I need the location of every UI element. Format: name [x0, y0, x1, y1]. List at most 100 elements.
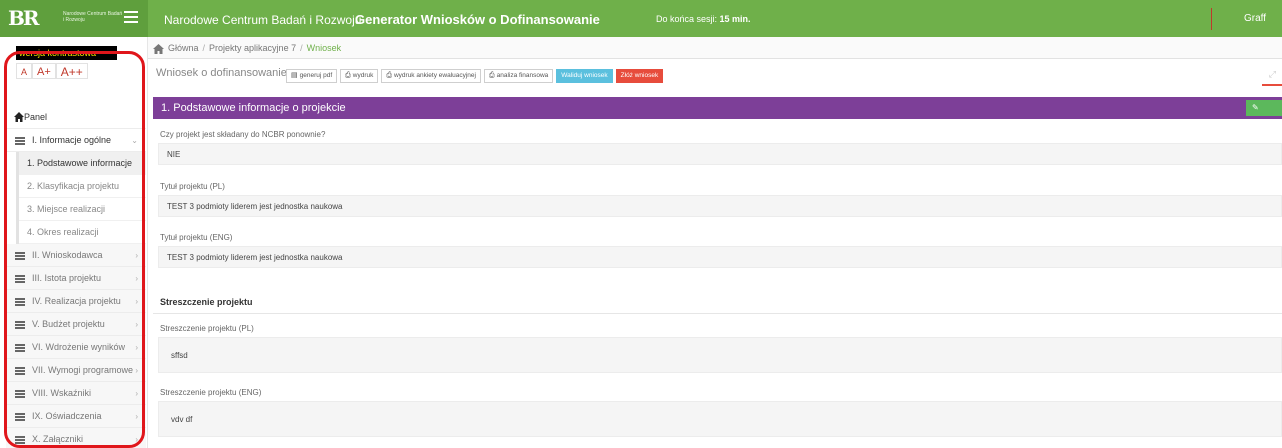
- sidebar-subitem-miejsce[interactable]: 3. Miejsce realizacji: [19, 198, 146, 221]
- field-label: Streszczenie projektu (ENG): [160, 388, 262, 397]
- sidebar-item-informacje-ogolne[interactable]: I. Informacje ogólne ⌄: [6, 129, 146, 152]
- edit-button[interactable]: ✎ edytuj: [1246, 100, 1282, 128]
- list-icon: [15, 390, 25, 398]
- chevron-right-icon: ›: [135, 366, 138, 375]
- sidebar-item-wdrozenie[interactable]: VI. Wdrożenie wyników ›: [6, 336, 146, 359]
- breadcrumb-home[interactable]: Główna: [168, 43, 199, 53]
- sidebar-item-label: IV. Realizacja projektu: [32, 296, 121, 306]
- sidebar-item-istota[interactable]: III. Istota projektu ›: [6, 267, 146, 290]
- title-eng-value: TEST 3 podmioty liderem jest jednostka n…: [158, 246, 1282, 268]
- hamburger-menu-icon[interactable]: [124, 11, 138, 25]
- breadcrumb: Główna / Projekty aplikacyjne 7/Wniosek: [148, 37, 1282, 59]
- sidebar-item-budzet[interactable]: V. Budżet projektu ›: [6, 313, 146, 336]
- tab-indicator: [1262, 84, 1282, 86]
- sidebar-submenu: 1. Podstawowe informacje 2. Klasyfikacja…: [16, 152, 146, 244]
- sidebar-item-label: Panel: [24, 112, 48, 122]
- session-value: 15 min.: [719, 14, 751, 24]
- print-button[interactable]: ⎙ wydruk: [340, 69, 379, 83]
- contrast-toggle-button[interactable]: wersja kontrastowa: [16, 46, 117, 60]
- chevron-right-icon: ›: [135, 274, 138, 283]
- print-icon: ⎙: [345, 72, 351, 79]
- section-title: 1. Podstawowe informacje o projekcie: [161, 102, 346, 114]
- submit-button[interactable]: Złóż wniosek: [615, 69, 664, 83]
- summary-eng-value: vdv df: [158, 401, 1282, 437]
- breadcrumb-current: Wniosek: [306, 43, 342, 53]
- list-icon: [15, 252, 25, 260]
- list-icon: [15, 436, 25, 444]
- sidebar: wersja kontrastowa A A+ A++ Panel I. Inf…: [0, 37, 148, 448]
- sidebar-item-label: VI. Wdrożenie wyników: [32, 342, 126, 352]
- home-icon: [14, 112, 24, 122]
- breadcrumb-separator: /: [202, 43, 206, 53]
- field-title-eng: Tytuł projektu (ENG) TEST 3 podmioty lid…: [153, 233, 1282, 268]
- user-menu[interactable]: Graff: [1244, 13, 1266, 24]
- app-title: Generator Wniosków o Dofinansowanie: [355, 12, 600, 27]
- field-label: Tytuł projektu (ENG): [160, 233, 233, 242]
- logo-text: Narodowe Centrum Badań i Rozwoju: [63, 11, 123, 23]
- sidebar-item-label: II. Wnioskodawca: [32, 250, 103, 260]
- financial-analysis-button[interactable]: ⎙ analiza finansowa: [483, 69, 554, 83]
- breadcrumb-separator: /: [300, 43, 303, 53]
- chevron-down-icon: ⌄: [131, 136, 138, 145]
- sidebar-subitem-okres[interactable]: 4. Okres realizacji: [19, 221, 146, 244]
- button-label: wydruk ankiety ewaluacyjnej: [393, 72, 476, 79]
- logo-block: BR Narodowe Centrum Badań i Rozwoju: [0, 0, 148, 37]
- breadcrumb-projects[interactable]: Projekty aplikacyjne 7: [209, 43, 296, 53]
- sidebar-item-panel[interactable]: Panel: [6, 106, 146, 129]
- print-icon: ⎙: [386, 72, 392, 79]
- chevron-right-icon: ›: [135, 389, 138, 398]
- sidebar-item-realizacja[interactable]: IV. Realizacja projektu ›: [6, 290, 146, 313]
- font-size-large-button[interactable]: A++: [55, 63, 88, 79]
- sidebar-item-label: III. Istota projektu: [32, 273, 102, 283]
- font-size-small-button[interactable]: A: [16, 63, 33, 79]
- sidebar-item-label: X. Załączniki: [32, 434, 84, 444]
- sidebar-item-label: VII. Wymogi programowe: [32, 365, 133, 375]
- field-title-pl: Tytuł projektu (PL) TEST 3 podmioty lide…: [153, 182, 1282, 217]
- org-name: Narodowe Centrum Badań i Rozwoju: [164, 13, 362, 27]
- file-icon: ▤: [291, 72, 298, 79]
- top-bar: BR Narodowe Centrum Badań i Rozwoju Naro…: [0, 0, 1282, 37]
- sidebar-item-label: V. Budżet projektu: [32, 319, 105, 329]
- chevron-right-icon: ›: [135, 343, 138, 352]
- summary-section: Streszczenie projektu: [153, 297, 1282, 314]
- ncbr-logo[interactable]: BR: [8, 8, 60, 28]
- list-icon: [15, 298, 25, 306]
- list-icon: [15, 344, 25, 352]
- button-label: wydruk: [352, 72, 374, 79]
- sidebar-subitem-klasyfikacja[interactable]: 2. Klasyfikacja projektu: [19, 175, 146, 198]
- button-label: edytuj: [1252, 119, 1274, 128]
- print-survey-button[interactable]: ⎙ wydruk ankiety ewaluacyjnej: [381, 69, 481, 83]
- generate-pdf-button[interactable]: ▤ generuj pdf: [286, 69, 338, 83]
- font-size-medium-button[interactable]: A+: [32, 63, 56, 79]
- title-pl-value: TEST 3 podmioty liderem jest jednostka n…: [158, 195, 1282, 217]
- field-summary-pl: Streszczenie projektu (PL) sffsd: [153, 324, 1282, 373]
- pencil-icon: ✎: [1252, 103, 1259, 112]
- sidebar-item-wnioskodawca[interactable]: II. Wnioskodawca ›: [6, 244, 146, 267]
- list-icon: [15, 321, 25, 329]
- list-icon: [15, 367, 25, 375]
- button-label: generuj pdf: [299, 72, 333, 79]
- font-size-switcher: A A+ A++: [16, 63, 88, 79]
- sidebar-item-zalaczniki[interactable]: X. Załączniki ›: [6, 428, 146, 448]
- sidebar-item-label: I. Informacje ogólne: [32, 135, 112, 145]
- sidebar-item-wskazniki[interactable]: VIII. Wskaźniki ›: [6, 382, 146, 405]
- validate-button[interactable]: Waliduj wniosek: [556, 69, 613, 83]
- sidebar-item-oswiadczenia[interactable]: IX. Oświadczenia ›: [6, 405, 146, 428]
- chevron-right-icon: ›: [135, 412, 138, 421]
- list-icon: [15, 275, 25, 283]
- list-icon: [15, 137, 25, 145]
- home-icon[interactable]: [153, 43, 164, 54]
- session-label: Do końca sesji:: [656, 14, 718, 24]
- toolbar: Wniosek o dofinansowanie ▤ generuj pdf ⎙ w…: [148, 59, 1282, 95]
- section-header: 1. Podstawowe informacje o projekcie ✎ e…: [153, 97, 1282, 128]
- print-icon: ⎙: [488, 72, 495, 79]
- field-summary-eng: Streszczenie projektu (ENG) vdv df: [153, 388, 1282, 437]
- sidebar-item-wymogi[interactable]: VII. Wymogi programowe ›: [6, 359, 146, 382]
- expand-icon[interactable]: ⤢: [1269, 69, 1276, 80]
- session-timer: Do końca sesji: 15 min.: [656, 14, 751, 24]
- toolbar-buttons: ▤ generuj pdf ⎙ wydruk ⎙ wydruk ankiety ewa…: [286, 69, 666, 83]
- sidebar-subitem-podstawowe-informacje[interactable]: 1. Podstawowe informacje: [19, 152, 146, 175]
- summary-pl-value: sffsd: [158, 337, 1282, 373]
- sidebar-nav: Panel I. Informacje ogólne ⌄ 1. Podstawo…: [6, 106, 146, 448]
- chevron-right-icon: ›: [135, 320, 138, 329]
